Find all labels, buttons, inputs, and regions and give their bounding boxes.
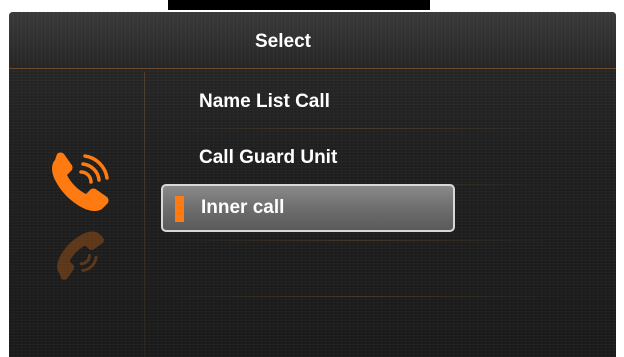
menu-item-label: Inner call [201,197,285,218]
top-bezel-tab [168,0,430,10]
row-separator [159,128,559,129]
menu-item-call-guard-unit[interactable]: Call Guard Unit [161,134,455,182]
intercom-screen: Select Name List Call Call Guard Unit In… [9,12,616,357]
menu-item-label: Call Guard Unit [199,147,338,168]
menu-item-label: Name List Call [199,91,330,112]
page-title: Select [255,31,311,52]
device-frame: Select Name List Call Call Guard Unit In… [0,0,624,357]
selection-marker [175,196,184,222]
vertical-divider [144,72,145,357]
title-bar: Select [9,12,616,69]
phone-call-icon [52,152,109,211]
phone-reflection-icon [57,231,104,280]
row-separator [159,240,559,241]
menu-item-inner-call[interactable]: Inner call [161,184,455,232]
row-separator [159,296,559,297]
menu-item-name-list-call[interactable]: Name List Call [161,78,455,126]
